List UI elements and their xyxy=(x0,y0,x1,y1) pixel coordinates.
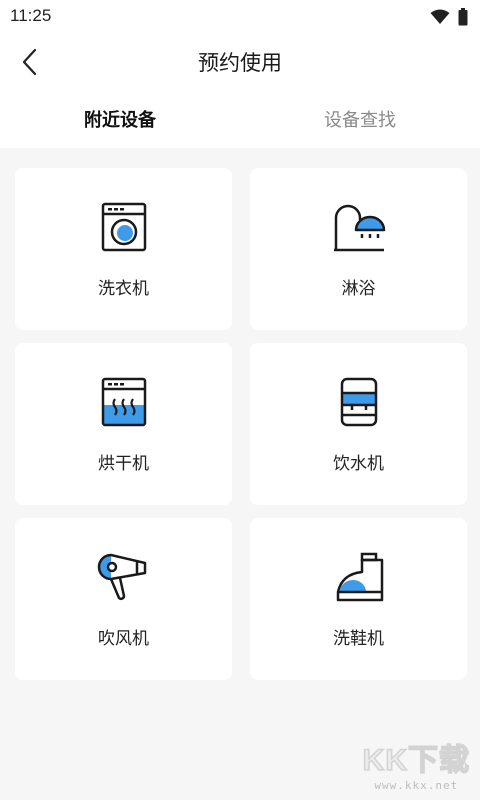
device-label: 饮水机 xyxy=(333,454,384,474)
status-bar: 11:25 xyxy=(0,0,480,34)
status-icons xyxy=(430,8,468,26)
washing-machine-icon xyxy=(101,202,146,252)
device-label: 洗衣机 xyxy=(98,279,149,299)
header: 预约使用 xyxy=(0,34,480,90)
device-card-shower[interactable]: 淋浴 xyxy=(250,168,467,330)
shower-icon xyxy=(333,204,385,252)
device-card-dryer[interactable]: 烘干机 xyxy=(15,343,232,505)
tab-bar: 附近设备 设备查找 xyxy=(0,90,480,148)
tab-device-search[interactable]: 设备查找 xyxy=(240,90,480,148)
tab-nearby-devices[interactable]: 附近设备 xyxy=(0,90,240,148)
device-card-hair-dryer[interactable]: 吹风机 xyxy=(15,518,232,680)
device-label: 淋浴 xyxy=(341,279,376,299)
page-title: 预约使用 xyxy=(198,51,282,75)
water-dispenser-icon xyxy=(340,377,377,427)
battery-icon xyxy=(458,8,468,26)
device-grid: 洗衣机 淋浴 烘干机 饮水机 吹风机 洗鞋机 xyxy=(15,168,467,680)
device-card-water-dispenser[interactable]: 饮水机 xyxy=(250,343,467,505)
dryer-icon xyxy=(101,377,146,427)
wifi-icon xyxy=(430,9,450,24)
shoe-washer-icon xyxy=(336,552,383,602)
device-label: 洗鞋机 xyxy=(333,629,384,649)
watermark-url: www.kkx.net xyxy=(374,779,459,792)
watermark-text: KK下载 xyxy=(362,743,470,778)
watermark-logo: KK下载 www.kkx.net xyxy=(362,735,470,792)
device-card-washing-machine[interactable]: 洗衣机 xyxy=(15,168,232,330)
device-card-shoe-washer[interactable]: 洗鞋机 xyxy=(250,518,467,680)
device-label: 烘干机 xyxy=(98,454,149,474)
device-label: 吹风机 xyxy=(98,629,149,649)
hair-dryer-icon xyxy=(97,553,146,600)
status-time: 11:25 xyxy=(10,6,52,25)
